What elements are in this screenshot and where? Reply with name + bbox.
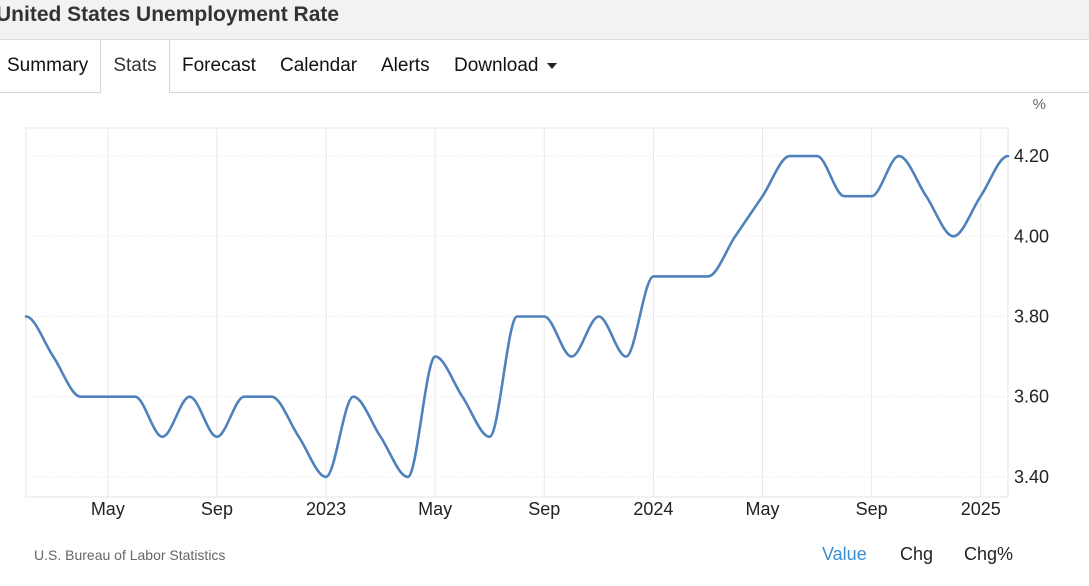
tab-forecast[interactable]: Forecast [182,40,256,92]
chart: % 3.40 3.60 3.80 4.00 4.20 May Sep 2023 May Sep 2… [24,96,1049,519]
x-tick-label: May [745,499,779,519]
x-tick-label: Sep [528,499,560,519]
mode-value[interactable]: Value [822,544,867,565]
y-axis-ticks: 3.40 3.60 3.80 4.00 4.20 [1014,146,1049,487]
tab-download[interactable]: Download [454,40,557,92]
chart-grid [26,128,1008,497]
y-tick-label: 4.00 [1014,226,1049,246]
y-unit-label: % [1033,96,1046,113]
x-tick-label: May [418,499,452,519]
tab-download-label: Download [454,55,539,76]
y-tick-label: 3.60 [1014,387,1049,407]
x-tick-label: 2024 [633,499,673,519]
x-tick-label: 2023 [306,499,346,519]
x-tick-label: May [91,499,125,519]
plot-border [25,127,1009,498]
y-tick-label: 3.40 [1014,467,1049,487]
source-label: U.S. Bureau of Labor Statistics [34,547,226,563]
page-title: United States Unemployment Rate [0,3,340,26]
y-tick-label: 3.80 [1014,307,1049,327]
mode-chg[interactable]: Chg [900,544,933,565]
x-tick-label: Sep [856,499,888,519]
tab-calendar[interactable]: Calendar [280,40,357,92]
tab-summary[interactable]: Summary [7,40,88,92]
y-tick-label: 4.20 [1014,146,1049,166]
x-tick-label: Sep [201,499,233,519]
title-bar: United States Unemployment Rate [0,0,1089,40]
mode-chg-percent[interactable]: Chg% [964,544,1013,565]
caret-down-icon [546,62,557,69]
tab-stats[interactable]: Stats [100,40,170,93]
tab-bar: Summary Stats Forecast Calendar Alerts D… [0,40,1089,93]
tab-alerts[interactable]: Alerts [381,40,430,92]
x-tick-label: 2025 [961,499,1001,519]
x-axis-ticks: May Sep 2023 May Sep 2024 May Sep 2025 [91,499,1001,519]
